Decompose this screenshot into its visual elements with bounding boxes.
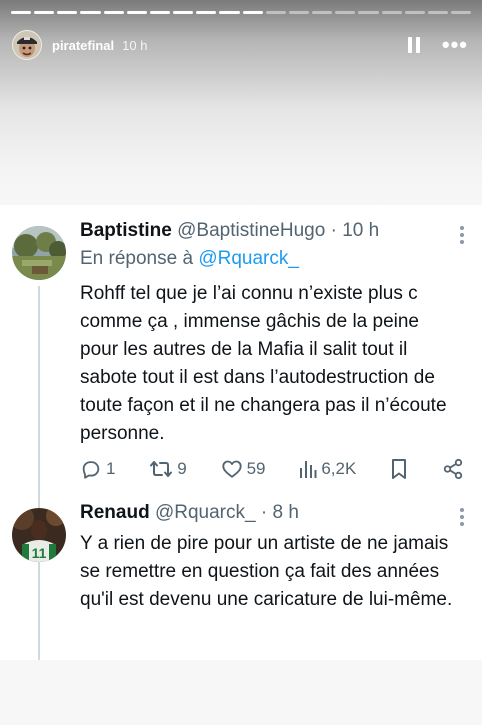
- like-icon: [221, 460, 242, 478]
- progress-segment: [196, 11, 217, 14]
- views-button[interactable]: 6,2K: [299, 459, 356, 479]
- story-backdrop: piratefinal 10 h •••: [0, 0, 482, 205]
- tweet-text: Rohff tel que je l’ai connu n’existe plu…: [80, 283, 447, 444]
- reply-button[interactable]: 1: [80, 458, 115, 480]
- progress-segment: [358, 11, 379, 14]
- progress-segment: [242, 11, 263, 14]
- thread-line: [38, 568, 40, 660]
- progress-segment: [80, 11, 101, 14]
- reply-count: 1: [106, 459, 116, 478]
- reply-context: En réponse à @Rquarck_: [80, 246, 462, 272]
- separator-dot: ·: [330, 220, 337, 241]
- progress-segment: [312, 11, 333, 14]
- progress-segment: [11, 11, 32, 14]
- progress-segment: [34, 11, 55, 14]
- progress-segment: [404, 11, 425, 14]
- author-name[interactable]: Baptistine: [80, 220, 172, 241]
- progress-segment: [149, 11, 171, 14]
- progress-segment: [427, 11, 448, 14]
- separator-dot: ·: [260, 502, 268, 523]
- pause-icon[interactable]: [407, 37, 424, 53]
- retweet-button[interactable]: 9: [149, 458, 187, 480]
- progress-segment: [450, 11, 472, 14]
- tweet-actions: 1 9 59 6,2K: [80, 457, 464, 481]
- kebab-icon[interactable]: [460, 226, 464, 244]
- bookmark-button[interactable]: [390, 458, 408, 480]
- story-username[interactable]: piratefinal: [52, 38, 114, 53]
- jersey-number: 11: [32, 545, 47, 561]
- progress-segment: [265, 11, 286, 14]
- progress-segment: [288, 11, 310, 14]
- footballer-avatar-icon: 11: [12, 508, 66, 562]
- tweet-content: Baptistine @BaptistineHugo · 10 h En rép…: [80, 218, 462, 448]
- author-handle[interactable]: @Rquarck_: [155, 502, 256, 523]
- share-button[interactable]: [442, 458, 464, 480]
- progress-segment: [57, 11, 78, 14]
- tweet-text: Y a rien de pire pour un artiste de ne j…: [80, 533, 453, 610]
- story-header: piratefinal 10 h •••: [12, 28, 468, 62]
- story-bottom-area: [0, 660, 482, 725]
- story-avatar[interactable]: [12, 30, 42, 60]
- progress-segment: [173, 11, 194, 14]
- progress-segment: [219, 11, 240, 14]
- more-icon[interactable]: •••: [442, 34, 468, 56]
- retweet-icon: [150, 461, 173, 477]
- tweet-header: Baptistine @BaptistineHugo · 10 h: [80, 218, 462, 244]
- views-count: 6,2K: [321, 459, 357, 478]
- tweet-time[interactable]: 10 h: [342, 220, 379, 241]
- progress-segment: [126, 11, 147, 14]
- progress-segment: [381, 11, 402, 14]
- story-progress-bar: [11, 11, 472, 14]
- like-count: 59: [246, 459, 266, 478]
- story-timestamp: 10 h: [122, 37, 148, 53]
- avatar[interactable]: 11: [12, 508, 66, 562]
- tweet-header: Renaud @Rquarck_ · 8 h: [80, 500, 462, 526]
- reply-icon: [82, 461, 100, 479]
- pirate-avatar-icon: [13, 31, 41, 59]
- reply-prefix: En réponse à: [80, 248, 194, 269]
- retweet-count: 9: [177, 459, 187, 478]
- progress-segment: [335, 11, 356, 14]
- tweet-content: Renaud @Rquarck_ · 8 h Y a rien de pire …: [80, 500, 462, 614]
- landscape-avatar-icon: [12, 226, 66, 280]
- reply-mention-link[interactable]: @Rquarck_: [198, 248, 299, 269]
- author-handle[interactable]: @BaptistineHugo: [177, 220, 325, 241]
- bookmark-icon: [392, 459, 407, 479]
- kebab-icon[interactable]: [460, 508, 464, 526]
- progress-segment: [103, 11, 124, 14]
- share-icon: [443, 458, 463, 480]
- author-name[interactable]: Renaud: [80, 502, 150, 523]
- views-icon: [300, 461, 317, 478]
- tweet-time[interactable]: 8 h: [272, 502, 298, 523]
- avatar[interactable]: [12, 226, 66, 280]
- like-button[interactable]: 59: [221, 458, 266, 480]
